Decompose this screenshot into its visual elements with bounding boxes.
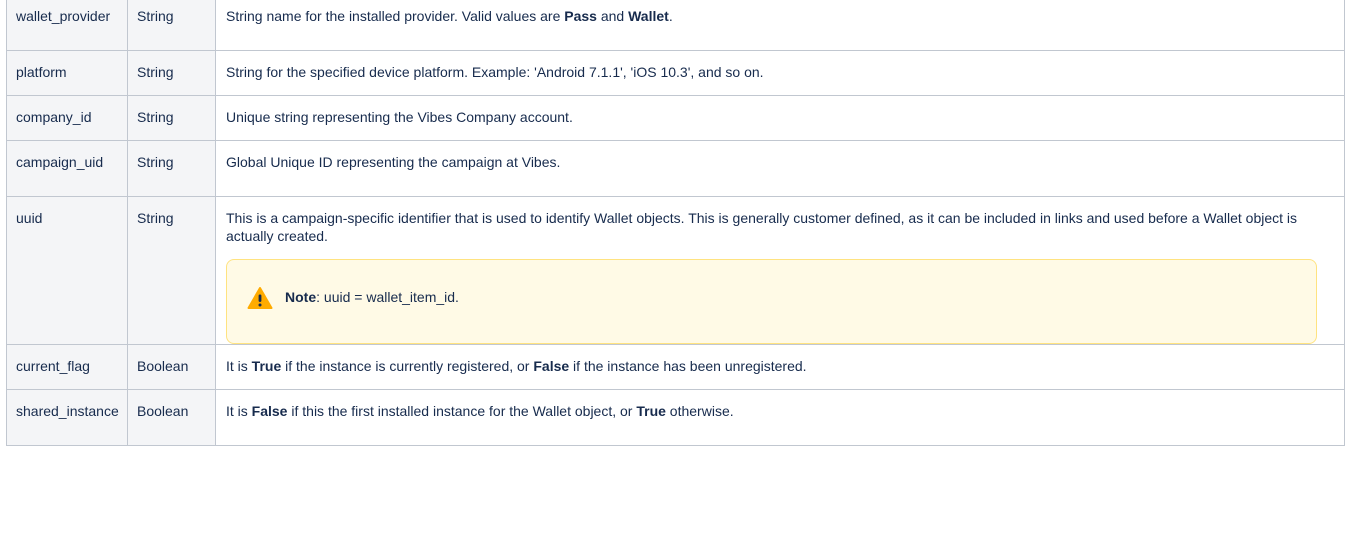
description-text: It is [226,358,252,374]
table-row: shared_instance Boolean It is False if t… [6,389,1345,446]
param-description: This is a campaign-specific identifier t… [215,196,1345,345]
param-type: String [127,140,216,197]
table-row: current_flag Boolean It is True if the i… [6,344,1345,390]
param-type: String [127,95,216,141]
param-type: String [127,196,216,345]
param-description: Global Unique ID representing the campai… [215,140,1345,197]
param-name: campaign_uid [6,140,128,197]
description-text: otherwise. [665,403,734,419]
description-bold-text: True [251,358,282,374]
param-name: platform [6,50,128,96]
description-bold-text: False [533,358,570,374]
warning-icon [247,286,273,310]
table-row: campaign_uid String Global Unique ID rep… [6,140,1345,197]
description-text: . [668,8,673,24]
description-text: if this the first installed instance for… [287,403,637,419]
param-name: uuid [6,196,128,345]
param-description: It is False if this the first installed … [215,389,1345,446]
table-row: wallet_provider String String name for t… [6,0,1345,51]
param-type: String [127,50,216,96]
description-text: Unique string representing the Vibes Com… [226,109,573,125]
param-type: String [127,0,216,51]
param-name: company_id [6,95,128,141]
description-text: if the instance has been unregistered. [569,358,807,374]
description-text: It is [226,403,252,419]
param-description: String name for the installed provider. … [215,0,1345,51]
description-text: String name for the installed provider. … [226,8,565,24]
note-body: : uuid = wallet_item_id. [316,289,459,305]
param-name: wallet_provider [6,0,128,51]
description-bold-text: False [251,403,288,419]
note-panel: Note: uuid = wallet_item_id. [226,259,1317,344]
param-name: shared_instance [6,389,128,446]
param-name: current_flag [6,344,128,390]
description-bold-text: True [636,403,666,419]
description-text: This is a campaign-specific identifier t… [226,210,1298,244]
note-label: Note [285,289,317,305]
param-description: String for the specified device platform… [215,50,1345,96]
param-description: It is True if the instance is currently … [215,344,1345,390]
param-type: Boolean [127,344,216,390]
description-text: Global Unique ID representing the campai… [226,154,561,170]
description-text: if the instance is currently registered,… [281,358,534,374]
description-text: and [596,8,629,24]
table-row: platform String String for the specified… [6,50,1345,96]
description-bold-text: Pass [564,8,597,24]
description-bold-text: Wallet [628,8,669,24]
parameters-table: wallet_provider String String name for t… [6,0,1345,446]
table-row: uuid String This is a campaign-specific … [6,196,1345,345]
param-type: Boolean [127,389,216,446]
description-text: String for the specified device platform… [226,64,764,80]
param-description: Unique string representing the Vibes Com… [215,95,1345,141]
table-row: company_id String Unique string represen… [6,95,1345,141]
note-text: Note: uuid = wallet_item_id. [285,288,459,306]
